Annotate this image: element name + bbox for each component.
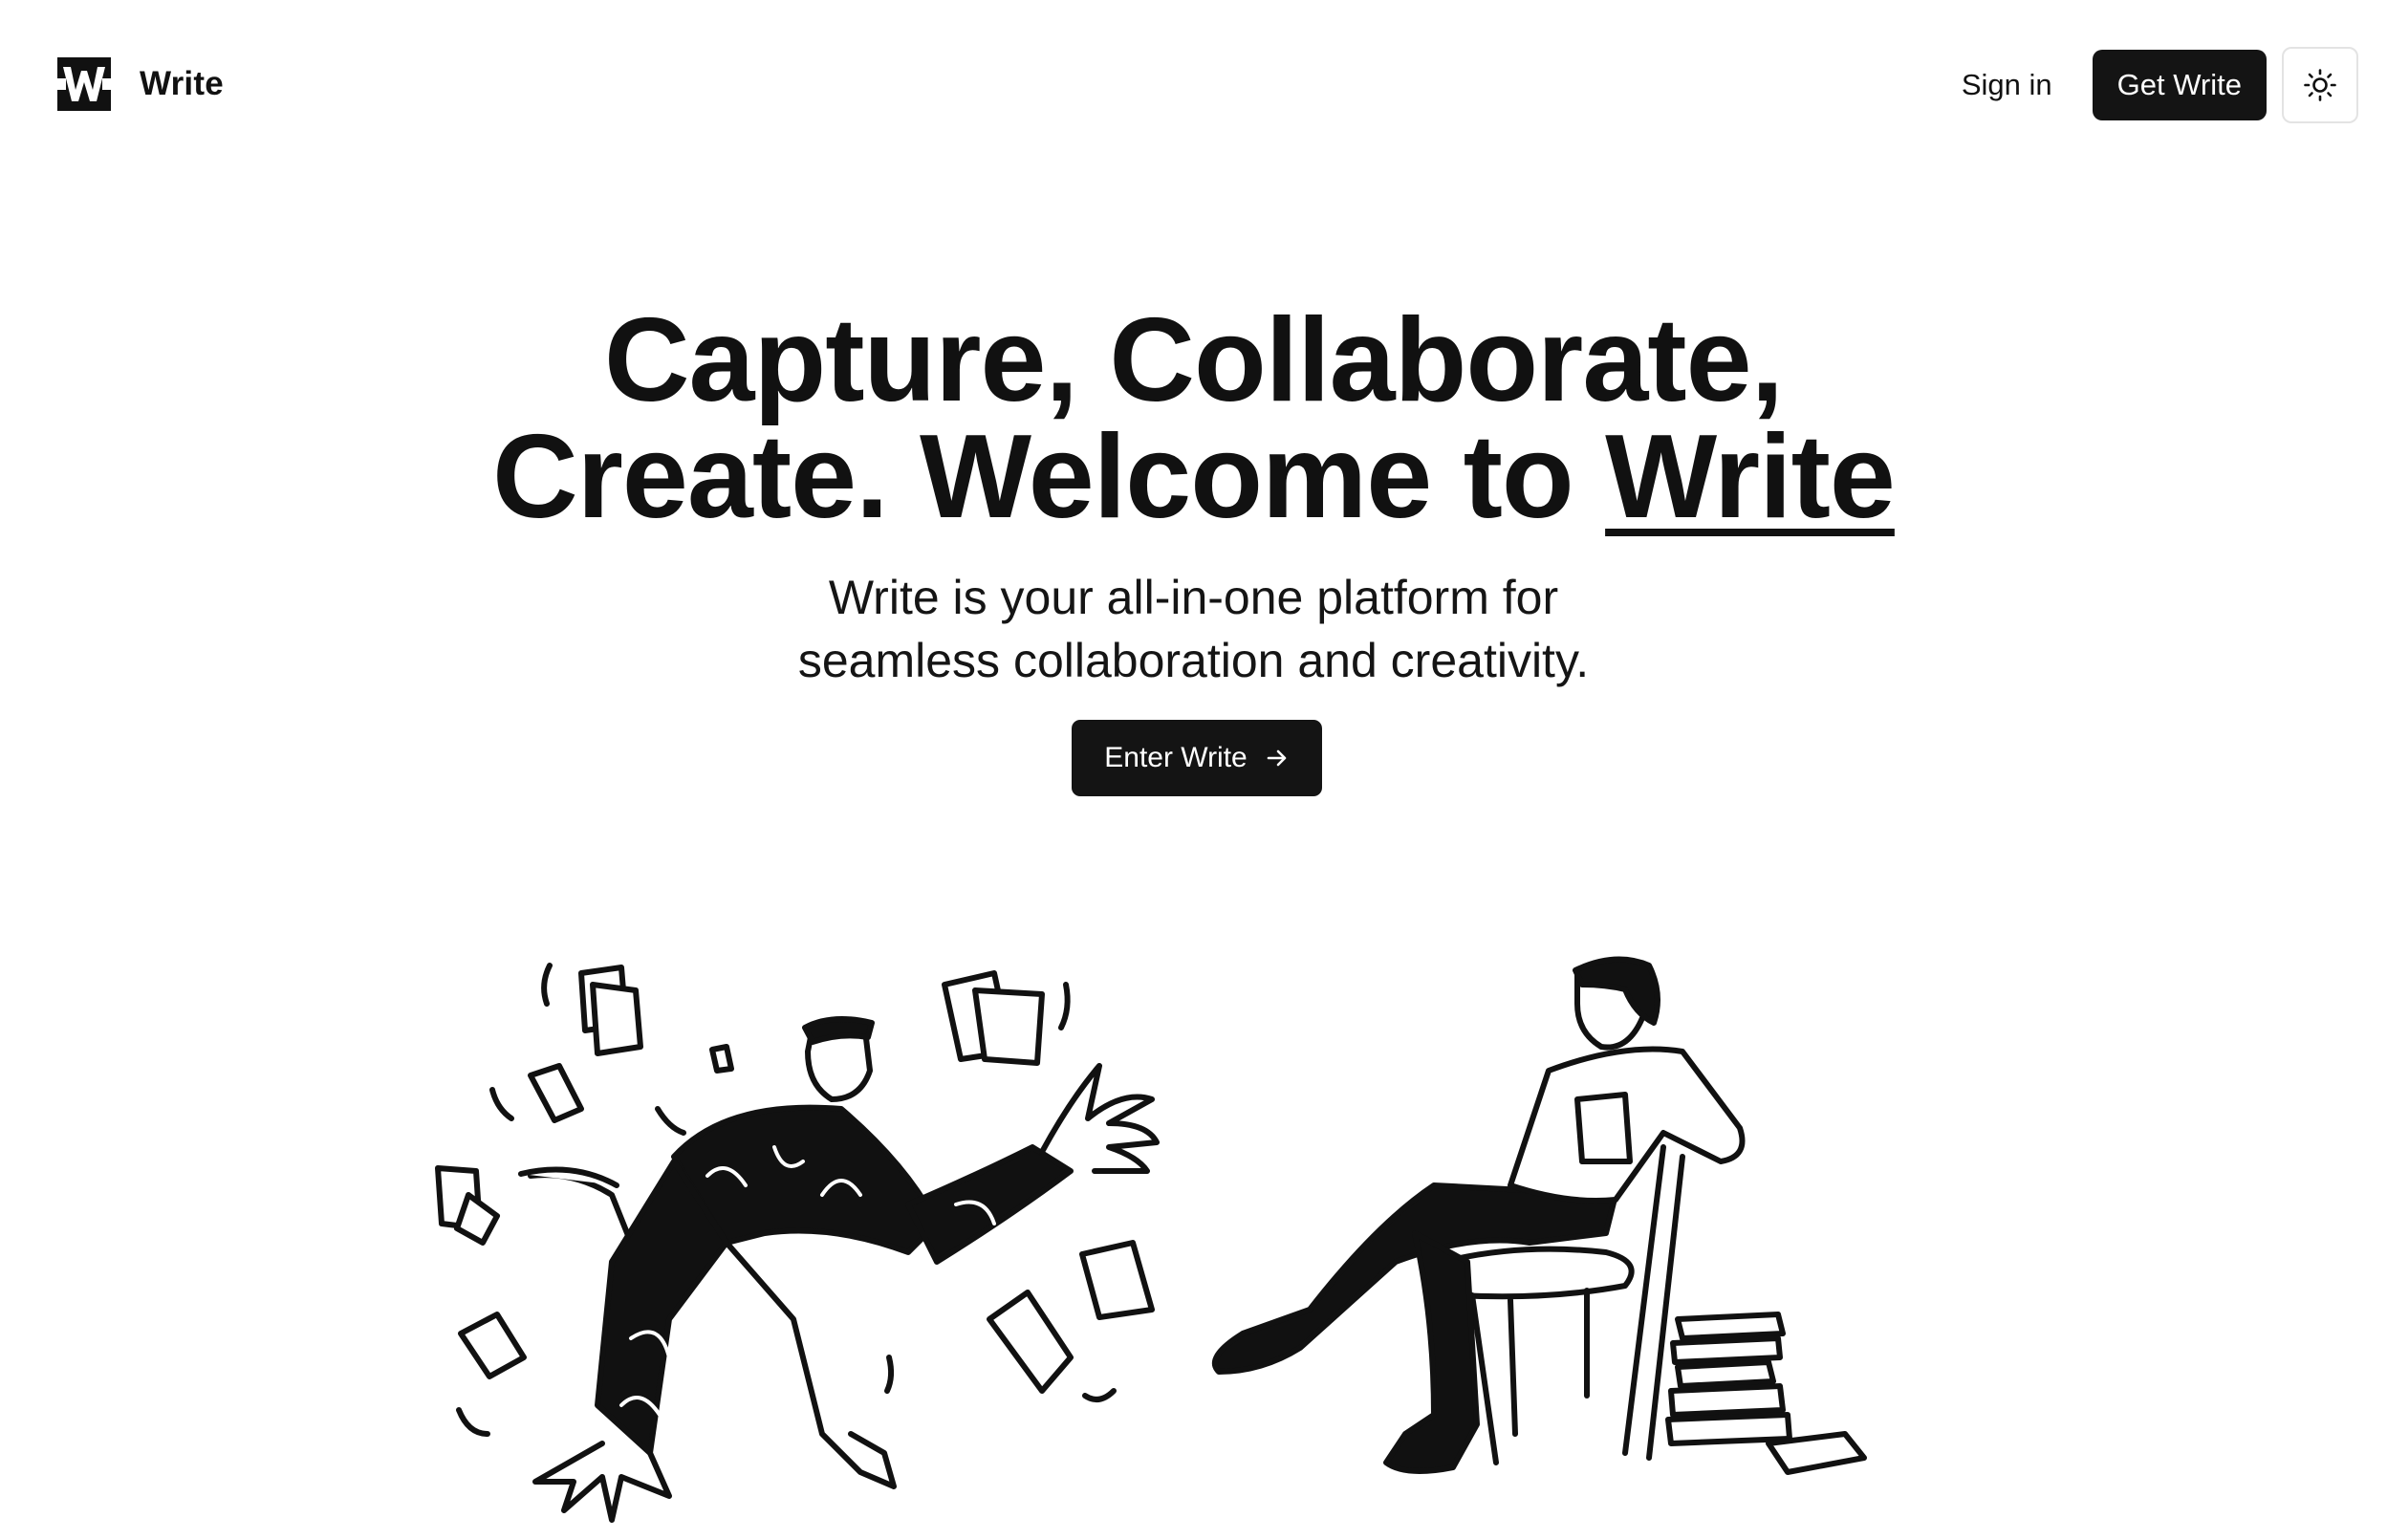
hero-title-line2: Create. Welcome to Write — [0, 418, 2387, 536]
landing-page: Write Sign in Get Write Capture, Collabo… — [0, 0, 2387, 1540]
hero-subtitle: Write is your all-in-one platform for se… — [0, 566, 2387, 692]
hero-title-line1: Capture, Collaborate, — [604, 294, 1784, 426]
enter-write-label: Enter Write — [1104, 742, 1248, 773]
nav-actions: Sign in Get Write — [1942, 46, 2358, 124]
theme-toggle-button[interactable] — [2282, 47, 2358, 123]
brand-link[interactable]: Write — [57, 57, 224, 111]
sun-icon — [2304, 69, 2336, 101]
get-write-button[interactable]: Get Write — [2092, 50, 2267, 120]
hero-illustration — [435, 956, 1867, 1523]
brand-name: Write — [140, 65, 224, 102]
hero-subtitle-line1: Write is your all-in-one platform for — [828, 571, 1559, 624]
reading-person-illustration — [1211, 956, 1867, 1475]
hero-title-line2-prefix: Create. Welcome to — [492, 411, 1606, 543]
w-logo-icon — [57, 57, 111, 111]
juggling-person-illustration — [435, 963, 1160, 1523]
arrow-right-icon — [1267, 749, 1287, 767]
hero-subtitle-line2: seamless collaboration and creativity. — [797, 634, 1590, 687]
enter-write-button[interactable]: Enter Write — [1072, 720, 1322, 796]
hero-title: Capture, Collaborate, Create. Welcome to… — [0, 294, 2387, 536]
sign-in-link[interactable]: Sign in — [1942, 56, 2072, 114]
hero-title-brand: Write — [1605, 411, 1896, 543]
top-nav: Write Sign in Get Write — [0, 0, 2387, 168]
